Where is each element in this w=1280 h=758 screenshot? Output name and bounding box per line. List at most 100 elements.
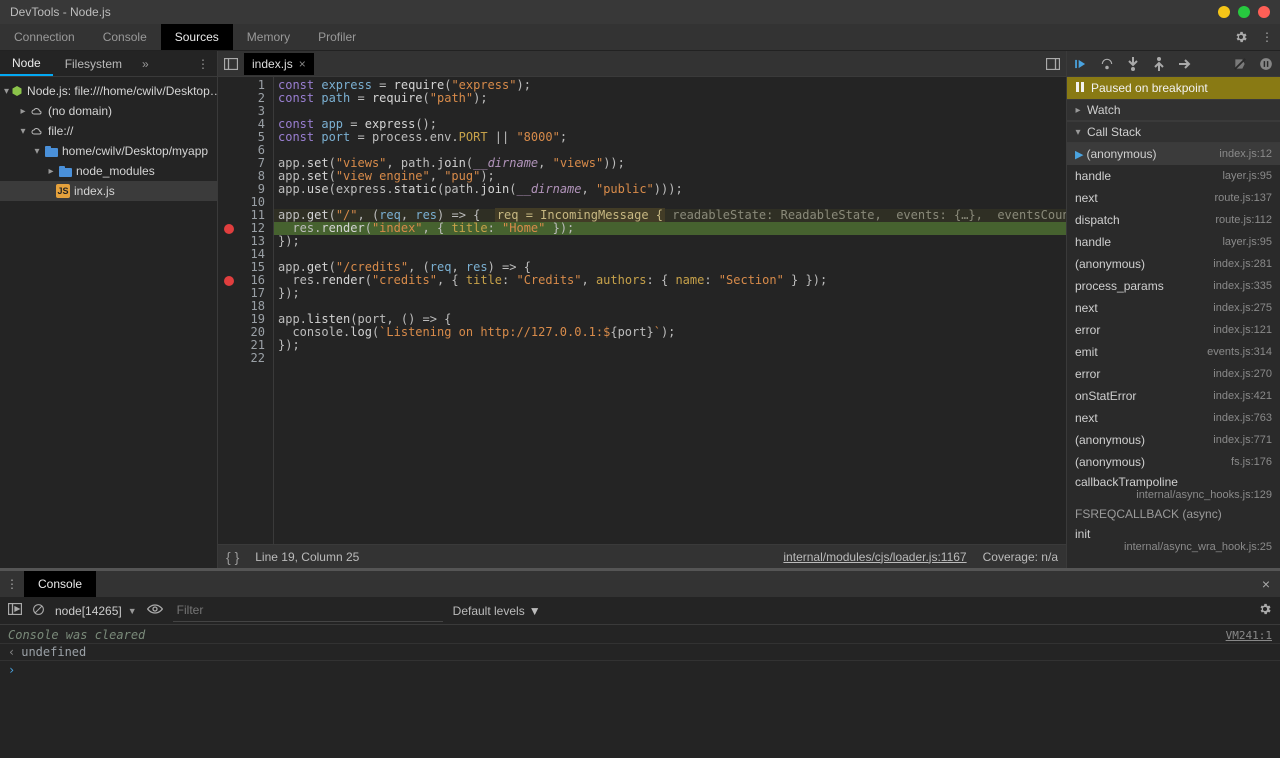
callstack-frame[interactable]: nextindex.js:763 [1067,407,1280,429]
drawer-menu-icon[interactable]: ⋮ [0,577,24,591]
drawer-tab-console[interactable]: Console [24,571,96,597]
window-maximize[interactable] [1238,6,1250,18]
callstack-frame[interactable]: nextroute.js:137 [1067,187,1280,209]
pretty-print-icon[interactable]: { } [226,549,239,565]
callstack-frame[interactable]: callbackTrampolineinternal/async_hooks.j… [1067,473,1280,503]
tree-label: home/cwilv/Desktop/myapp [62,144,208,158]
tree-label: node_modules [76,164,155,178]
callstack-header[interactable]: ▾Call Stack [1067,121,1280,143]
panel-tabstrip: Connection Console Sources Memory Profil… [0,24,1280,51]
tab-console[interactable]: Console [89,24,161,50]
console-filter-input[interactable] [173,599,443,622]
tab-connection[interactable]: Connection [0,24,89,50]
execution-context-select[interactable]: node[14265] ▼ [55,604,137,618]
callstack-label: Call Stack [1087,125,1141,139]
tree-nodomain[interactable]: ▸ (no domain) [0,101,217,121]
code-editor[interactable]: 12345678910111213141516171819202122 cons… [218,77,1066,544]
callstack-frame[interactable]: initinternal/async_wra_hook.js:25 [1067,525,1280,555]
navigator-tabs-more[interactable]: » [134,57,157,71]
log-levels-select[interactable]: Default levels ▼ [453,604,541,618]
loader-link[interactable]: internal/modules/cjs/loader.js:1167 [783,550,966,564]
caret-down-icon: ▼ [128,606,137,616]
watch-header[interactable]: ▸Watch [1067,99,1280,121]
pause-banner: Paused on breakpoint [1067,77,1280,99]
breakpoint-marker[interactable] [224,276,234,286]
cloud-icon [30,104,44,118]
pause-exceptions-icon[interactable] [1256,54,1276,74]
console-message: Console was cleared VM241:1 [0,627,1280,644]
step-icon[interactable] [1175,54,1195,74]
console-settings-icon[interactable] [1258,602,1272,619]
editor-tab-label: index.js [252,57,293,71]
cursor-position: Line 19, Column 25 [255,550,359,564]
close-tab-icon[interactable]: × [299,57,306,71]
callstack-frame[interactable]: handlelayer.js:95 [1067,231,1280,253]
tab-sources[interactable]: Sources [161,24,233,50]
toggle-debugger-icon[interactable] [1040,58,1066,70]
code-line[interactable]: const port = process.env.PORT || "8000"; [274,131,1066,144]
cloud-icon [30,124,44,138]
code-line[interactable]: console.log(`Listening on http://127.0.0… [274,326,1066,339]
tree-node-modules[interactable]: ▸ node_modules [0,161,217,181]
tab-profiler[interactable]: Profiler [304,24,370,50]
breakpoint-marker[interactable] [224,224,234,234]
editor-statusbar: { } Line 19, Column 25 internal/modules/… [218,544,1066,568]
tree-root[interactable]: ▾ Node.js: file:///home/cwilv/Desktop… [0,81,217,101]
callstack-frame[interactable]: nextindex.js:275 [1067,297,1280,319]
node-icon [11,84,23,98]
caret-down-icon: ▼ [529,604,541,618]
live-expression-icon[interactable] [147,603,163,618]
code-line[interactable] [274,352,1066,365]
console-source-link[interactable]: VM241:1 [1226,629,1272,642]
tree-file-scheme[interactable]: ▾ file:// [0,121,217,141]
folder-icon [44,144,58,158]
drawer-close-icon[interactable]: × [1252,576,1280,592]
window-titlebar: DevTools - Node.js [0,0,1280,24]
navigator-tab-node[interactable]: Node [0,51,53,76]
callstack-frame[interactable]: dispatchroute.js:112 [1067,209,1280,231]
coverage-status: Coverage: n/a [983,550,1058,564]
console-sidebar-icon[interactable] [8,603,22,618]
navigator-tab-filesystem[interactable]: Filesystem [53,51,134,76]
callstack-frame[interactable]: onStatErrorindex.js:421 [1067,385,1280,407]
navigator-menu-icon[interactable]: ⋮ [189,57,217,71]
callstack-frame[interactable]: process_paramsindex.js:335 [1067,275,1280,297]
tree-label: file:// [48,124,73,138]
code-line[interactable]: res.render("index", { title: "Home" }); [274,222,1066,235]
step-over-icon[interactable] [1097,54,1117,74]
settings-icon[interactable] [1228,24,1254,50]
editor-tab-indexjs[interactable]: index.js × [244,53,315,75]
debugger-pane: Paused on breakpoint ▸Watch ▾Call Stack … [1066,51,1280,568]
tab-memory[interactable]: Memory [233,24,304,50]
callstack-frame[interactable]: errorindex.js:121 [1067,319,1280,341]
code-line[interactable]: }); [274,287,1066,300]
more-vertical-icon[interactable]: ⋮ [1254,24,1280,50]
resume-icon[interactable] [1071,54,1091,74]
code-line[interactable]: res.render("credits", { title: "Credits"… [274,274,1066,287]
console-prompt[interactable]: › [0,661,1280,679]
deactivate-breakpoints-icon[interactable] [1230,54,1250,74]
callstack-frame[interactable]: emitevents.js:314 [1067,341,1280,363]
callstack-frame[interactable]: (anonymous)fs.js:176 [1067,451,1280,473]
callstack-frame[interactable]: (anonymous)index.js:771 [1067,429,1280,451]
navigator-pane: Node Filesystem » ⋮ ▾ Node.js: file:///h… [0,51,218,568]
callstack-frame[interactable]: ▶(anonymous)index.js:12 [1067,143,1280,165]
clear-console-icon[interactable] [32,603,45,619]
callstack-frame[interactable]: FSREQCALLBACK (async) [1067,503,1280,525]
callstack-frame[interactable]: (anonymous)index.js:281 [1067,253,1280,275]
code-line[interactable]: const path = require("path"); [274,92,1066,105]
callstack-frame[interactable]: handlelayer.js:95 [1067,165,1280,187]
step-out-icon[interactable] [1149,54,1169,74]
tree-myapp[interactable]: ▾ home/cwilv/Desktop/myapp [0,141,217,161]
callstack-frame[interactable]: errorindex.js:270 [1067,363,1280,385]
code-line[interactable]: app.use(express.static(path.join(__dirna… [274,183,1066,196]
window-minimize[interactable] [1218,6,1230,18]
step-into-icon[interactable] [1123,54,1143,74]
toggle-navigator-icon[interactable] [218,58,244,70]
code-line[interactable]: }); [274,235,1066,248]
tree-indexjs[interactable]: JS index.js [0,181,217,201]
tree-label: (no domain) [48,104,112,118]
gutter-line[interactable]: 22 [218,352,273,365]
code-line[interactable]: }); [274,339,1066,352]
window-close[interactable] [1258,6,1270,18]
